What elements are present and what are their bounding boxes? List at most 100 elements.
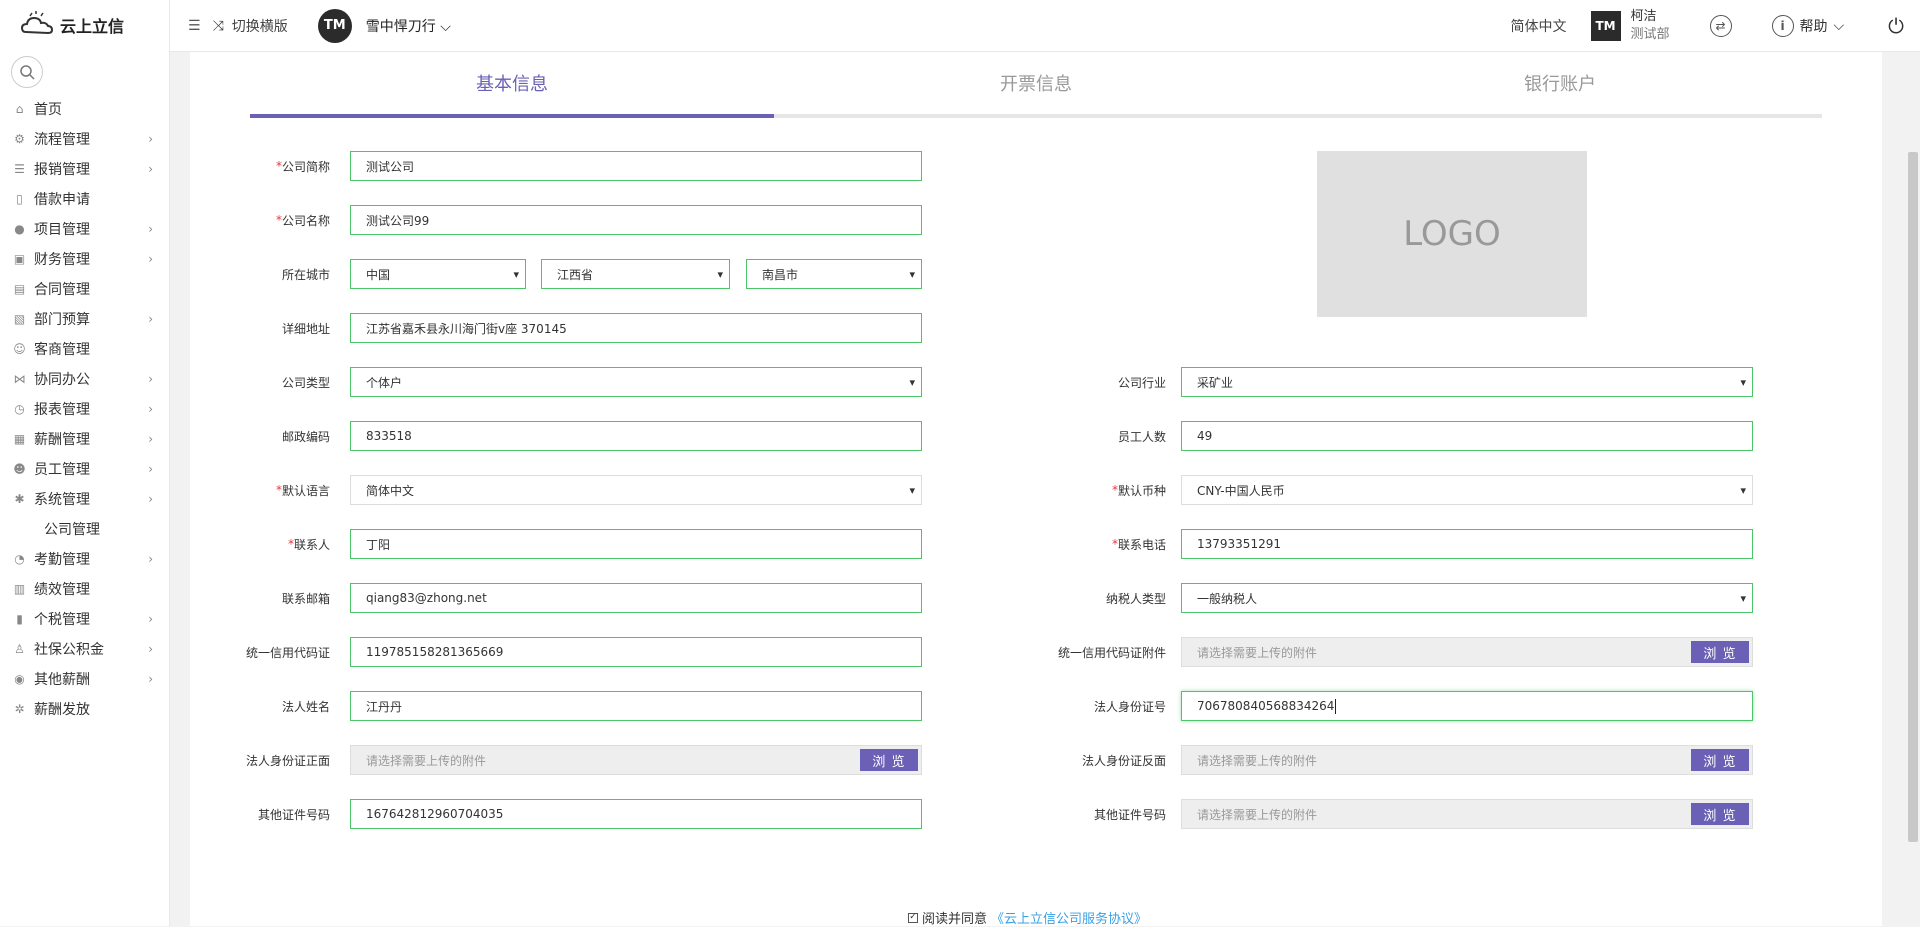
- sidebar-item[interactable]: ▥ 绩效管理: [0, 574, 169, 604]
- employees-input[interactable]: 49: [1181, 421, 1753, 451]
- company-name: 雪中悍刀行: [365, 18, 436, 35]
- chevron-right-icon: ›: [148, 222, 153, 236]
- browse-button[interactable]: 浏 览: [1691, 641, 1749, 663]
- credit-code-label: 统一信用代码证: [245, 645, 330, 660]
- share-icon: ⋈: [13, 372, 26, 386]
- browse-button[interactable]: 浏 览: [860, 749, 918, 771]
- full-name-label: * 公司名称: [275, 213, 330, 228]
- logo-upload[interactable]: LOGO: [1317, 151, 1587, 317]
- list-icon: ☰: [14, 162, 25, 176]
- team-icon: ☻: [13, 462, 26, 476]
- full-name-input[interactable]: 测试公司99: [350, 205, 922, 235]
- tab-bank-account[interactable]: 银行账户: [1298, 52, 1822, 114]
- company-type-select[interactable]: 个体户: [350, 367, 922, 397]
- industry-label: 公司行业: [1117, 375, 1166, 390]
- tab-basic-info[interactable]: 基本信息: [250, 52, 774, 114]
- sidebar-item[interactable]: ▤ 合同管理: [0, 274, 169, 304]
- id-front-label: 法人身份证正面: [245, 753, 330, 768]
- sidebar-item[interactable]: ☺ 客商管理: [0, 334, 169, 364]
- employees-label: 员工人数: [1117, 429, 1166, 444]
- language-switch[interactable]: 简体中文: [1511, 16, 1567, 36]
- legal-name-label: 法人姓名: [281, 699, 330, 714]
- sidebar-item[interactable]: ▣ 财务管理 ›: [0, 244, 169, 274]
- chevron-right-icon: ›: [148, 252, 153, 266]
- chevron-right-icon: ›: [148, 402, 153, 416]
- country-select[interactable]: 中国: [350, 259, 526, 289]
- switch-icon[interactable]: ⇄: [1709, 15, 1732, 37]
- province-select[interactable]: 江西省: [541, 259, 730, 289]
- tab-invoice-info[interactable]: 开票信息: [774, 52, 1298, 114]
- phone-label: * 联系电话: [1111, 537, 1166, 552]
- app-logo[interactable]: 云上立信: [0, 0, 169, 50]
- sidebar-subitem-company[interactable]: 公司管理: [0, 514, 169, 544]
- sidebar-item[interactable]: ⌂ 首页: [0, 94, 169, 124]
- browse-button[interactable]: 浏 览: [1691, 803, 1749, 825]
- sidebar-item-label: 其他薪酬: [34, 672, 90, 688]
- sidebar-item[interactable]: ▯ 借款申请: [0, 184, 169, 214]
- browse-button[interactable]: 浏 览: [1691, 749, 1749, 771]
- power-icon[interactable]: ⏻: [1888, 14, 1904, 38]
- currency-select[interactable]: CNY-中国人民币: [1181, 475, 1753, 505]
- tax-icon: ▮: [16, 612, 23, 626]
- taxpayer-type-select[interactable]: 一般纳税人: [1181, 583, 1753, 613]
- switch-layout-label: 切换横版: [231, 18, 288, 35]
- sidebar-item[interactable]: ♙ 社保公积金 ›: [0, 634, 169, 664]
- sidebar-item[interactable]: ◔ 考勤管理 ›: [0, 544, 169, 574]
- legal-id-input[interactable]: 706780840568834264: [1181, 691, 1753, 721]
- chevron-right-icon: ›: [148, 162, 153, 176]
- sidebar-item[interactable]: ⋈ 协同办公 ›: [0, 364, 169, 394]
- scrollbar[interactable]: [1908, 152, 1918, 842]
- sidebar-item[interactable]: ▦ 薪酬管理 ›: [0, 424, 169, 454]
- search-button[interactable]: [11, 56, 43, 88]
- other-attach-upload[interactable]: 请选择需要上传的附件 浏 览: [1181, 799, 1753, 829]
- agreement-link[interactable]: 《云上立信公司服务协议》: [991, 908, 1147, 927]
- switch-layout-button[interactable]: ⤨ 切换横版: [213, 16, 288, 36]
- menu-collapse-icon[interactable]: ☰: [188, 18, 201, 34]
- sidebar-item[interactable]: ◷ 报表管理 ›: [0, 394, 169, 424]
- address-input[interactable]: 江苏省嘉禾县永川海门街v座 370145: [350, 313, 922, 343]
- help-label: 帮助: [1799, 19, 1828, 35]
- sidebar-item[interactable]: ☻ 员工管理 ›: [0, 454, 169, 484]
- sidebar-item[interactable]: ▮ 个税管理 ›: [0, 604, 169, 634]
- sidebar: 云上立信 ⌂ 首页 ⚙ 流程管理 › ☰ 报销管理 › ▯ 借款申请 ● 项目管理 › ▣ 财务管理 › ▤ 合同…: [0, 0, 170, 926]
- sidebar-item-label: 部门预算: [34, 312, 90, 328]
- sidebar-item[interactable]: ▧ 部门预算 ›: [0, 304, 169, 334]
- user-info[interactable]: 柯洁 测试部: [1631, 8, 1670, 44]
- id-back-label: 法人身份证反面: [1081, 753, 1166, 768]
- industry-select[interactable]: 采矿业: [1181, 367, 1753, 397]
- legal-name-input[interactable]: 江丹丹: [350, 691, 922, 721]
- sidebar-item-label: 员工管理: [34, 462, 90, 478]
- postcode-input[interactable]: 833518: [350, 421, 922, 451]
- language-select[interactable]: 简体中文: [350, 475, 922, 505]
- id-back-upload[interactable]: 请选择需要上传的附件 浏 览: [1181, 745, 1753, 775]
- agree-checkbox[interactable]: ✓: [908, 912, 918, 923]
- sidebar-item[interactable]: ✲ 薪酬发放: [0, 694, 169, 724]
- short-name-input[interactable]: 测试公司: [350, 151, 922, 181]
- sidebar-item-label: 个税管理: [34, 612, 90, 628]
- credit-code-input[interactable]: 119785158281365669: [350, 637, 922, 667]
- contact-input[interactable]: 丁阳: [350, 529, 922, 559]
- phone-input[interactable]: 13793351291: [1181, 529, 1753, 559]
- credit-attach-label: 统一信用代码证附件: [1057, 645, 1166, 660]
- sidebar-item[interactable]: ☰ 报销管理 ›: [0, 154, 169, 184]
- sidebar-item[interactable]: ● 项目管理 ›: [0, 214, 169, 244]
- company-selector[interactable]: 雪中悍刀行 ⌵: [366, 16, 451, 36]
- contact-label: * 联系人: [287, 537, 330, 552]
- sidebar-item-label: 绩效管理: [34, 582, 90, 598]
- sidebar-item[interactable]: ⚙ 流程管理 ›: [0, 124, 169, 154]
- credit-attach-upload[interactable]: 请选择需要上传的附件 浏 览: [1181, 637, 1753, 667]
- other-id-input[interactable]: 167642812960704035: [350, 799, 922, 829]
- flow-icon: ⚙: [14, 132, 25, 146]
- user-avatar: TM: [1590, 11, 1621, 41]
- email-input[interactable]: qiang83@zhong.net: [350, 583, 922, 613]
- sidebar-item[interactable]: ◉ 其他薪酬 ›: [0, 664, 169, 694]
- chevron-right-icon: ›: [148, 432, 153, 446]
- id-front-upload[interactable]: 请选择需要上传的附件 浏 览: [350, 745, 922, 775]
- sidebar-item[interactable]: ✱ 系统管理 ›: [0, 484, 169, 514]
- performance-icon: ▥: [13, 582, 26, 596]
- city-select[interactable]: 南昌市: [746, 259, 922, 289]
- help-menu[interactable]: i 帮助 ⌵: [1771, 15, 1844, 37]
- sidebar-item-label: 薪酬发放: [34, 702, 90, 718]
- wallet-icon: ▣: [13, 252, 26, 266]
- other-attach-placeholder: 请选择需要上传的附件: [1197, 807, 1318, 822]
